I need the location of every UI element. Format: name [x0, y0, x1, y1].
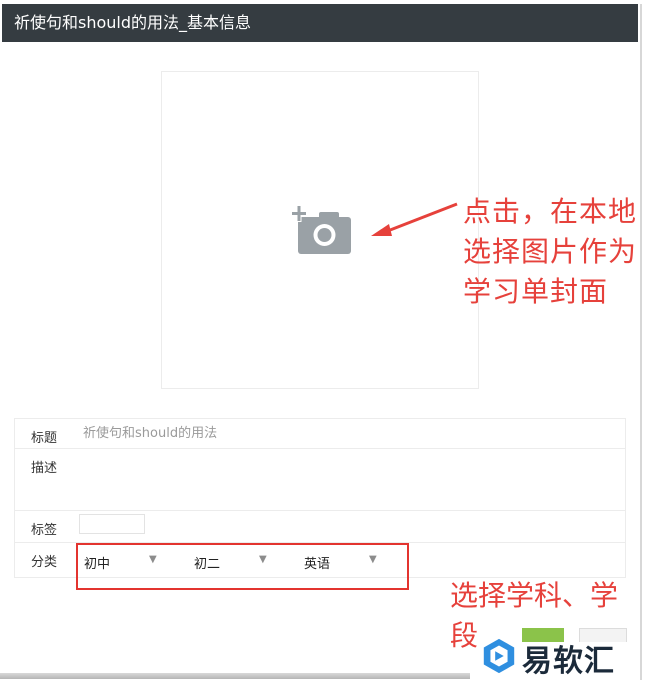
- tag-label: 标签: [31, 523, 58, 538]
- title-input[interactable]: 祈使句和should的用法: [83, 419, 483, 448]
- description-label: 描述: [31, 461, 58, 476]
- title-label: 标题: [31, 431, 58, 446]
- annotation-arrow-icon: [371, 202, 458, 236]
- tag-row: 标签: [15, 511, 625, 543]
- bottom-shadow: [0, 673, 470, 679]
- window-title: 祈使句和should的用法_基本信息: [14, 13, 252, 32]
- watermark-logo: 易软汇: [478, 634, 648, 680]
- description-input[interactable]: [83, 453, 603, 505]
- title-row: 标题 祈使句和should的用法: [15, 419, 625, 449]
- category-highlight-box: [76, 543, 409, 590]
- cover-annotation: 点击，在本地选择图片作为学习单封面: [463, 195, 638, 308]
- category-label: 分类: [31, 555, 58, 570]
- watermark-text: 易软汇: [522, 644, 615, 679]
- watermark-logo-icon: [483, 638, 515, 674]
- window-right-border: [640, 4, 642, 680]
- description-row: 描述: [15, 449, 625, 511]
- window-title-bar: 祈使句和should的用法_基本信息: [2, 4, 638, 42]
- tag-input[interactable]: [79, 514, 145, 534]
- add-photo-camera-icon[interactable]: [291, 205, 353, 257]
